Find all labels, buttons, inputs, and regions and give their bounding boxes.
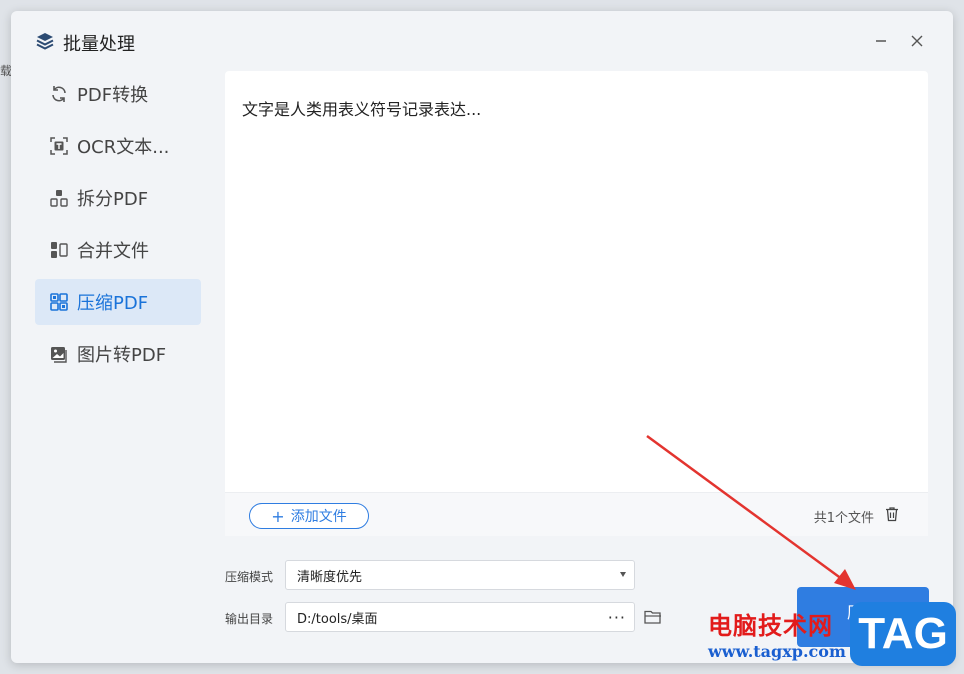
title-bar: 批量处理 (11, 11, 953, 71)
sidebar-item-label: 图片转PDF (77, 345, 167, 366)
sidebar-item-label: 压缩PDF (77, 293, 149, 314)
compress-mode-value: 清晰度优先 (297, 569, 363, 585)
compress-mode-select[interactable]: 清晰度优先 (285, 560, 635, 590)
close-icon (911, 35, 923, 47)
add-file-label: 添加文件 (290, 509, 347, 525)
output-dir-value: D:/tools/桌面 (297, 611, 378, 627)
watermark-url: www.tagxp.com (708, 642, 846, 661)
watermark-cn-text: 电脑技术网 (708, 612, 833, 640)
watermark-tag-logo: TAG (850, 602, 956, 666)
close-button[interactable] (905, 29, 929, 53)
folder-icon[interactable] (644, 609, 662, 625)
sidebar-item-ocr[interactable]: OCR文本... (35, 123, 201, 169)
image-icon (49, 344, 69, 364)
plus-icon: + (271, 506, 285, 526)
more-dots-button[interactable]: ··· (608, 608, 626, 627)
sidebar-item-compress-pdf[interactable]: 压缩PDF (35, 279, 201, 325)
compress-mode-label: 压缩模式 (225, 570, 274, 584)
split-icon (49, 188, 69, 208)
sidebar-item-label: PDF转换 (77, 85, 149, 106)
sidebar-item-split-pdf[interactable]: 拆分PDF (35, 175, 201, 221)
trash-icon[interactable] (884, 506, 900, 522)
minimize-button[interactable] (869, 29, 893, 53)
site-watermark: 电脑技术网 www.tagxp.com TAG (698, 598, 960, 670)
refresh-icon (49, 84, 69, 104)
window-title: 批量处理 (63, 34, 135, 55)
file-count: 共1个文件 (813, 511, 874, 526)
output-dir-label: 输出目录 (225, 612, 274, 626)
sidebar-item-image-to-pdf[interactable]: 图片转PDF (35, 331, 201, 377)
file-list-footer: + 添加文件 共1个文件 (225, 492, 928, 536)
sidebar: PDF转换 OCR文本... 拆分PDF 合并文件 压缩PDF 图片转PDF (35, 71, 201, 383)
layers-icon (36, 33, 54, 50)
sidebar-item-label: 拆分PDF (77, 189, 149, 210)
chevron-down-icon (620, 572, 626, 577)
file-list-item[interactable]: 文字是人类用表义符号记录表达... (242, 96, 481, 120)
batch-process-dialog: 批量处理 PDF转换 OCR文本... 拆分PDF 合并文件 压缩PDF 图片转… (11, 11, 953, 663)
ocr-text-icon (49, 136, 69, 156)
sidebar-item-merge-files[interactable]: 合并文件 (35, 227, 201, 273)
sidebar-item-pdf-convert[interactable]: PDF转换 (35, 71, 201, 117)
add-file-button[interactable]: + 添加文件 (249, 503, 369, 529)
file-list-panel: 文字是人类用表义符号记录表达... + 添加文件 共1个文件 (225, 71, 928, 536)
compress-icon (49, 292, 69, 312)
sidebar-item-label: OCR文本... (77, 137, 170, 158)
minimize-icon (876, 40, 886, 42)
sidebar-item-label: 合并文件 (77, 241, 149, 262)
merge-icon (49, 240, 69, 260)
output-dir-input[interactable]: D:/tools/桌面 ··· (285, 602, 635, 632)
